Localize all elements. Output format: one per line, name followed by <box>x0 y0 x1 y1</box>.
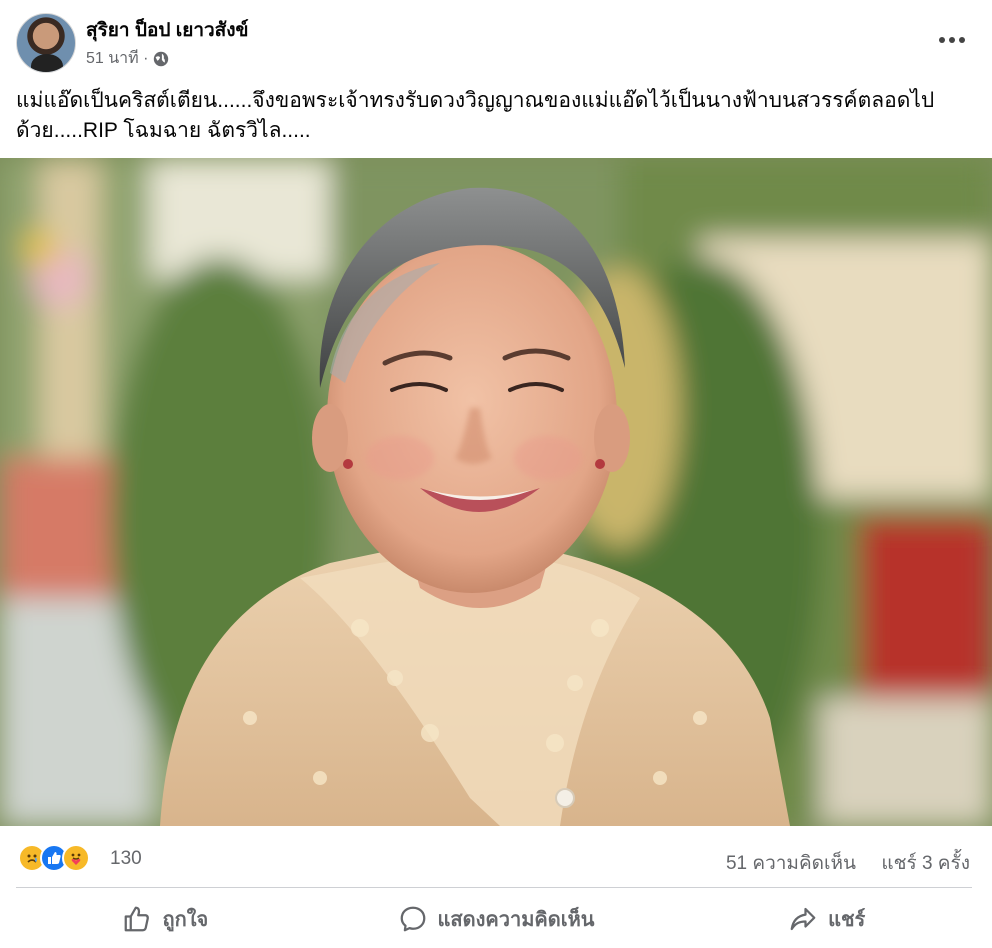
author-avatar[interactable] <box>16 13 76 73</box>
reaction-icons[interactable] <box>18 844 90 872</box>
post-header: สุริยา ป็อป เยาวสังข์ 51 นาที · <box>0 0 992 80</box>
post-timestamp[interactable]: 51 นาที · <box>86 46 148 71</box>
post-text: แม่แอ๊ดเป็นคริสต์เตียน......จึงขอพระเจ้า… <box>16 89 935 142</box>
comment-count[interactable]: 51 ความคิดเห็น <box>726 848 856 878</box>
care-reaction-icon <box>62 844 90 872</box>
like-button[interactable]: ถูกใจ <box>0 892 331 946</box>
thumbs-up-icon <box>125 906 150 932</box>
post-meta: 51 นาที · <box>86 46 170 71</box>
post-photo[interactable] <box>0 158 992 826</box>
divider <box>16 887 972 888</box>
share-button[interactable]: แชร์ <box>661 892 992 946</box>
reaction-count[interactable]: 130 <box>110 848 142 870</box>
author-name[interactable]: สุริยา ป็อป เยาวสังข์ <box>86 15 249 45</box>
share-arrow-icon <box>790 907 816 931</box>
comment-button[interactable]: แสดงความคิดเห็น <box>331 892 662 946</box>
like-label: ถูกใจ <box>162 909 209 931</box>
globe-icon <box>154 51 169 66</box>
more-options-icon[interactable] <box>932 22 972 58</box>
share-label: แชร์ <box>828 909 866 931</box>
comment-label: แสดงความคิดเห็น <box>437 909 595 931</box>
portrait-photo <box>0 158 992 826</box>
post-stats: 130 51 ความคิดเห็น แชร์ 3 ครั้ง <box>0 836 992 880</box>
comment-icon <box>400 906 425 932</box>
action-bar: ถูกใจ แสดงความคิดเห็น แชร์ <box>0 892 992 946</box>
share-count[interactable]: แชร์ 3 ครั้ง <box>881 848 970 878</box>
